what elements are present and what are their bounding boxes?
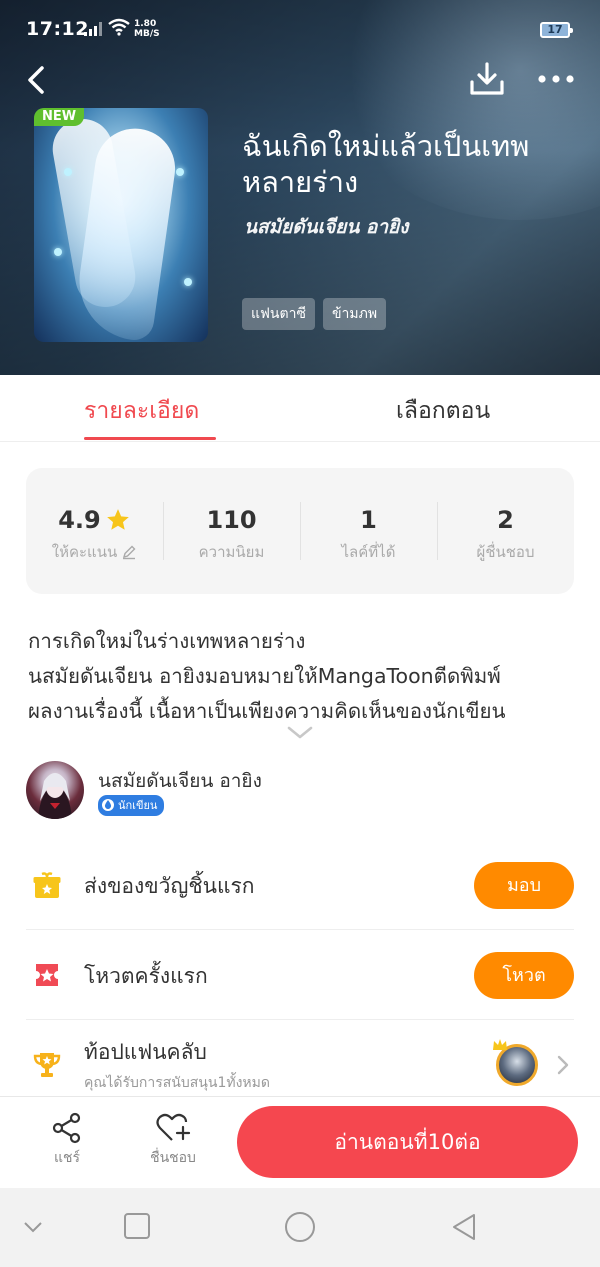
writer-badge: นักเขียน — [98, 795, 165, 816]
stat-likes: 1 ไลค์ที่ได้ — [300, 468, 437, 594]
genre-tags: แฟนตาซี ข้ามภพ — [242, 298, 387, 330]
nav-circle-icon[interactable] — [284, 1211, 316, 1243]
header-banner: 17:12 1.80 MB/S 17 NEW ฉันเกิดใหม่แล้วเป… — [0, 0, 600, 375]
stat-likes-value: 1 — [360, 506, 377, 534]
stat-popularity: 110 ความนิยม — [163, 468, 300, 594]
vote-row: โหวตครั้งแรก โหวต — [26, 930, 574, 1020]
speed-value: 1.80 — [134, 19, 157, 29]
avatar-art — [38, 773, 72, 819]
tab-episodes[interactable]: เลือกตอน — [396, 393, 490, 429]
like-label: ชื่นชอบ — [150, 1150, 196, 1166]
network-speed: 1.80 MB/S — [134, 19, 160, 39]
stat-followers-label: ผู้ชื่นชอบ — [476, 543, 535, 561]
star-icon — [106, 509, 129, 530]
vote-button[interactable]: โหวต — [474, 952, 574, 999]
more-icon[interactable] — [536, 66, 576, 92]
comic-author[interactable]: นสมัยดันเจียน อายิง — [244, 212, 408, 242]
gift-row: ส่งของขวัญชิ้นแรก มอบ — [26, 840, 574, 930]
status-bar: 17:12 1.80 MB/S 17 — [0, 0, 600, 60]
heart-plus-icon — [156, 1113, 191, 1141]
share-icon — [52, 1112, 81, 1144]
stat-popularity-value: 110 — [206, 506, 257, 534]
nav-down-icon[interactable] — [22, 1220, 44, 1234]
synopsis-line: การเกิดใหม่ในร่างเทพหลายร่าง — [28, 629, 306, 653]
chevron-right-icon[interactable] — [556, 1054, 570, 1076]
synopsis: การเกิดใหม่ในร่างเทพหลายร่าง นสมัยดันเจี… — [28, 624, 576, 729]
system-navigation-bar — [0, 1188, 600, 1267]
writer-badge-label: นักเขียน — [118, 799, 158, 812]
trophy-icon — [33, 1053, 61, 1077]
cover-image[interactable] — [34, 108, 208, 342]
share-label: แชร์ — [53, 1150, 81, 1166]
nav-square-icon[interactable] — [123, 1212, 151, 1240]
gift-label: ส่งของขวัญชิ้นแรก — [84, 874, 255, 898]
back-icon[interactable] — [22, 62, 54, 98]
cover-sparkle — [184, 278, 192, 286]
new-badge: NEW — [34, 108, 85, 126]
ticket-icon — [36, 964, 58, 986]
stat-rating-value-row: 4.9 — [58, 506, 131, 534]
battery-icon: 17 — [540, 22, 573, 38]
stat-rating[interactable]: 4.9 ให้คะแนน — [26, 468, 163, 594]
author-name[interactable]: นสมัยดันเจียน อายิง — [98, 766, 262, 796]
speed-unit: MB/S — [134, 29, 160, 39]
give-gift-button[interactable]: มอบ — [474, 862, 574, 909]
wifi-icon — [108, 18, 130, 36]
stat-followers: 2 ผู้ชื่นชอบ — [437, 468, 574, 594]
detail-tabs: รายละเอียด เลือกตอน — [0, 375, 600, 442]
synopsis-line: นสมัยดันเจียน อายิงมอบหมายให้MangaToonตี… — [28, 664, 501, 688]
status-time: 17:12 — [26, 18, 89, 40]
bottom-action-bar: แชร์ ชื่นชอบ อ่านตอนที่10ต่อ — [0, 1096, 600, 1188]
chevron-down-icon[interactable] — [286, 724, 314, 742]
like-button[interactable]: ชื่นชอบ — [128, 1111, 218, 1169]
stats-card: 4.9 ให้คะแนน 110 ความนิยม 1 ไลค์ที่ได้ 2… — [26, 468, 574, 594]
vote-label: โหวตครั้งแรก — [84, 964, 208, 988]
stat-rating-label: ให้คะแนน — [51, 543, 118, 561]
continue-reading-button[interactable]: อ่านตอนที่10ต่อ — [237, 1106, 578, 1178]
tag-fantasy[interactable]: แฟนตาซี — [242, 298, 315, 330]
crown-icon — [493, 1039, 507, 1050]
author-avatar[interactable] — [26, 761, 84, 819]
stat-popularity-label: ความนิยม — [198, 543, 265, 561]
download-icon[interactable] — [468, 60, 506, 98]
fanclub-label: ท้อปแฟนคลับ — [84, 1040, 207, 1064]
share-button[interactable]: แชร์ — [22, 1111, 112, 1169]
drop-icon — [102, 799, 114, 811]
battery-level: 17 — [547, 23, 563, 36]
tab-details[interactable]: รายละเอียด — [84, 393, 199, 429]
signal-icon — [84, 22, 102, 36]
nav-back-icon[interactable] — [450, 1212, 478, 1242]
stat-likes-label: ไลค์ที่ได้ — [341, 543, 396, 561]
gift-icon — [33, 872, 61, 898]
active-tab-indicator — [84, 437, 216, 440]
edit-icon[interactable] — [121, 544, 137, 560]
tag-isekai[interactable]: ข้ามภพ — [322, 298, 387, 330]
comic-title: ฉันเกิดใหม่แล้วเป็นเทพหลายร่าง — [242, 129, 530, 199]
fanclub-subtitle: คุณได้รับการสนับสนุน1ทั้งหมด — [84, 1075, 270, 1091]
stat-followers-value: 2 — [497, 506, 514, 534]
stat-rating-value: 4.9 — [58, 506, 101, 534]
cover-sparkle — [176, 168, 184, 176]
cover-sparkle — [54, 248, 62, 256]
cover-sparkle — [64, 168, 72, 176]
stat-rating-label-row: ให้คะแนน — [52, 540, 137, 564]
